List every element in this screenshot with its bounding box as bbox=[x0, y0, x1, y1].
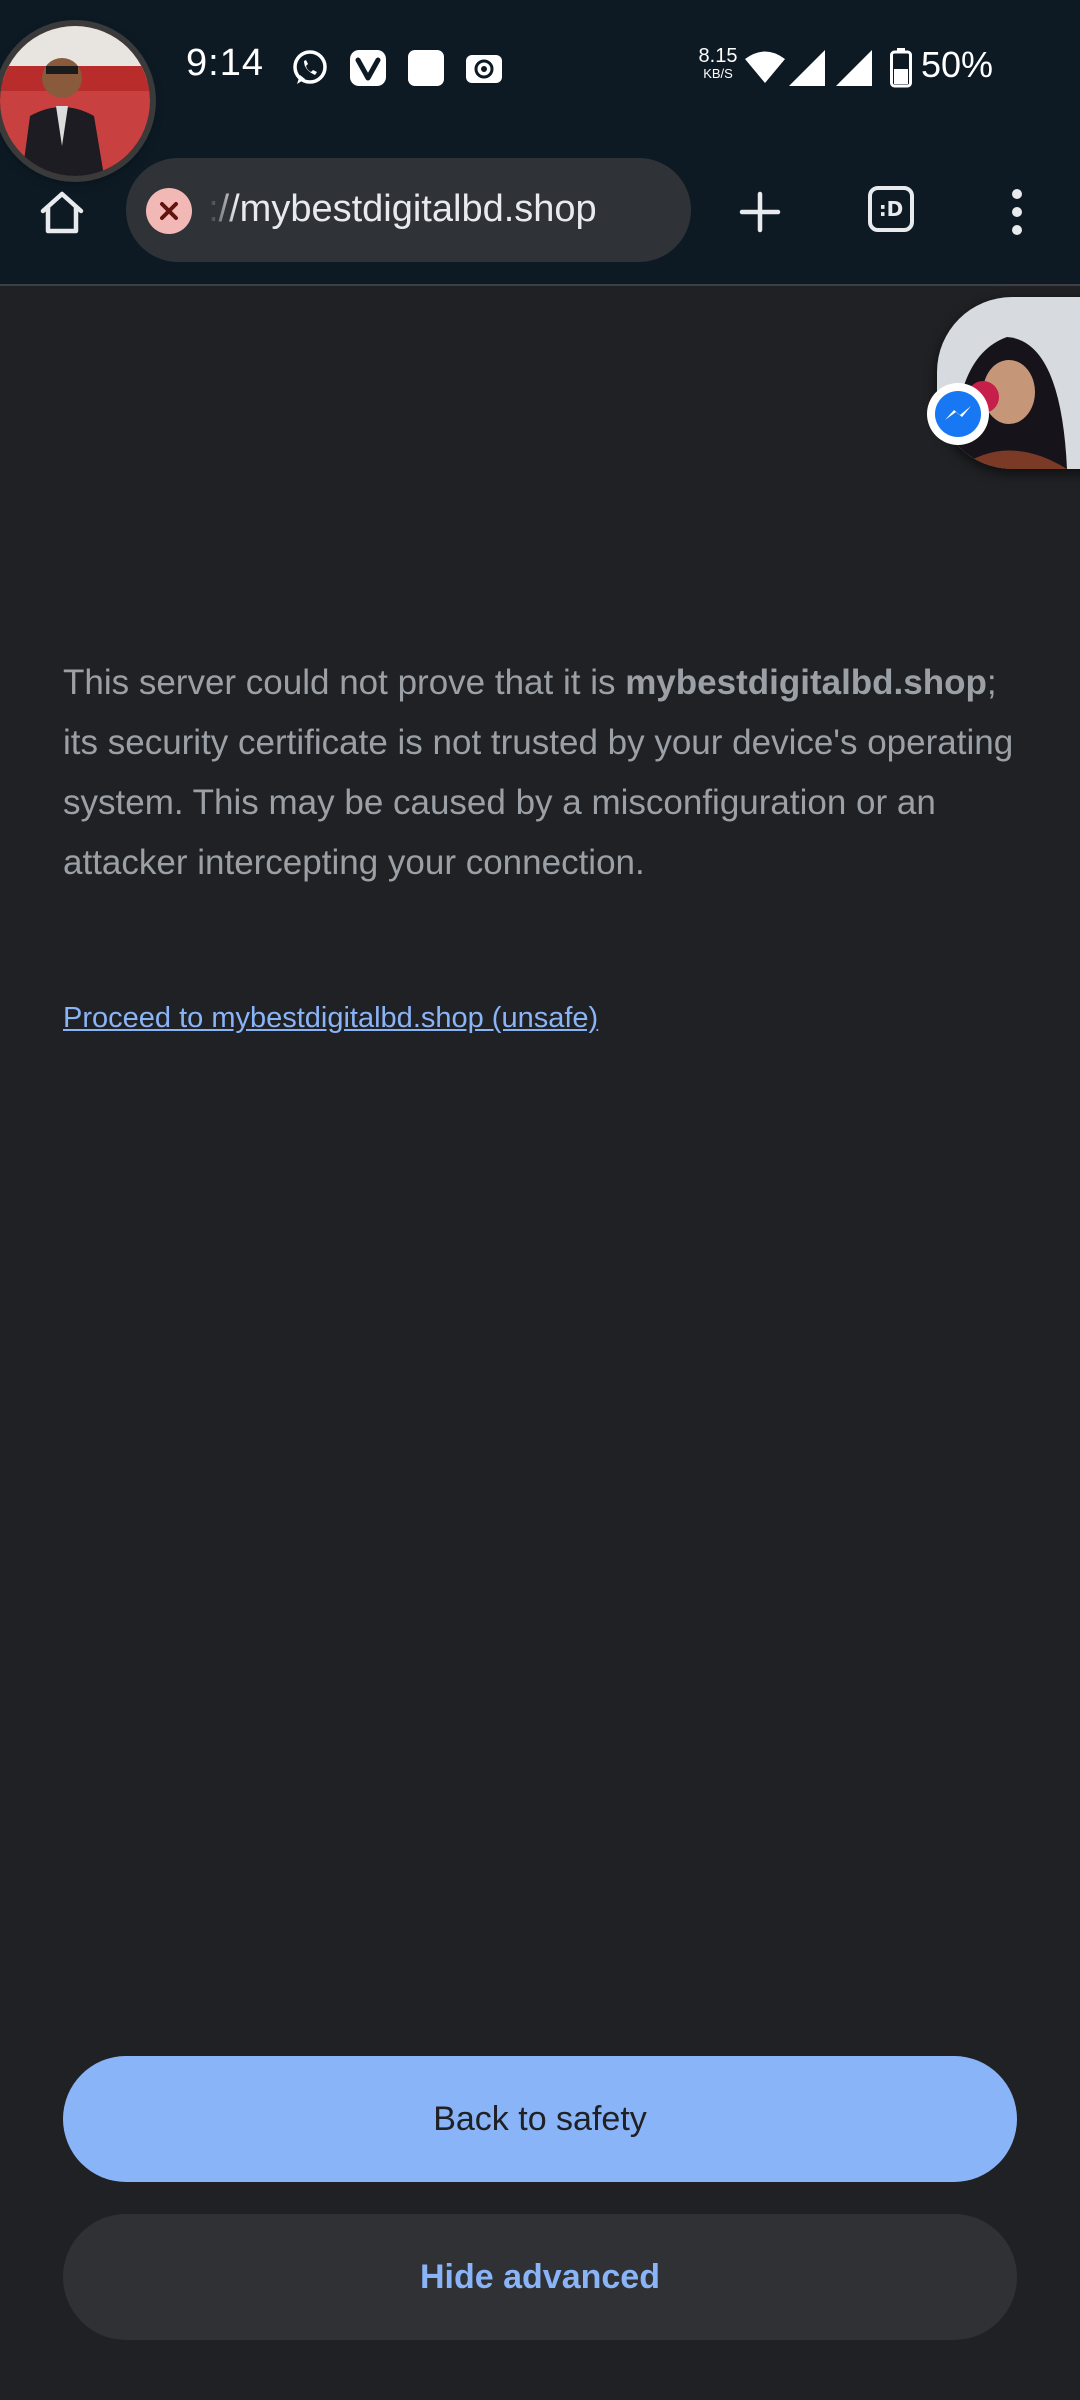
more-vert-icon bbox=[1012, 189, 1022, 235]
battery-percentage: 50% bbox=[921, 44, 994, 85]
hide-advanced-button[interactable]: Hide advanced bbox=[63, 2214, 1017, 2340]
network-speed-value: 8.15 bbox=[698, 45, 738, 67]
back-to-safety-button[interactable]: Back to safety bbox=[63, 2056, 1017, 2182]
blank-square-icon bbox=[408, 50, 444, 86]
not-secure-indicator[interactable] bbox=[146, 188, 192, 234]
messenger-icon bbox=[935, 391, 981, 437]
wifi-icon bbox=[745, 51, 785, 83]
new-tab-button[interactable] bbox=[728, 180, 792, 244]
status-time: 9:14 bbox=[186, 42, 264, 84]
whatsapp-icon bbox=[293, 50, 327, 84]
browser-screen: 9:14 8.15 KB/S 50%://mybestdigitalbd.sh… bbox=[0, 0, 1080, 2400]
proceed-unsafe-link[interactable]: Proceed to mybestdigitalbd.shop (unsafe) bbox=[63, 1002, 598, 1035]
battery-icon bbox=[890, 48, 912, 88]
avatar-photo bbox=[0, 26, 150, 176]
network-speed: 8.15 KB/S bbox=[692, 46, 744, 82]
browser-toolbar: ://mybestdigitalbd.shop :D bbox=[0, 140, 1080, 286]
chat-head-avatar[interactable] bbox=[0, 26, 150, 176]
cell-signal-icon bbox=[836, 50, 872, 86]
explanation-text-before: This server could not prove that it is bbox=[63, 663, 626, 702]
home-icon bbox=[40, 191, 84, 234]
network-speed-unit: KB/S bbox=[703, 66, 733, 81]
status-bar: 9:14 8.15 KB/S 50% bbox=[0, 0, 1080, 140]
url-text: ://mybestdigitalbd.shop bbox=[208, 188, 597, 230]
vivaldi-icon bbox=[350, 50, 386, 86]
explanation-domain: mybestdigitalbd.shop bbox=[625, 663, 987, 702]
home-button[interactable] bbox=[30, 180, 94, 244]
menu-button[interactable] bbox=[990, 180, 1044, 244]
tab-count-label: :D bbox=[878, 197, 904, 221]
url-bar[interactable]: ://mybestdigitalbd.shop bbox=[126, 158, 691, 262]
tab-switcher-button[interactable]: :D bbox=[868, 186, 914, 232]
plus-icon bbox=[739, 191, 781, 233]
messenger-badge bbox=[927, 383, 989, 445]
radio-icon bbox=[466, 55, 502, 83]
cell-signal-icon bbox=[789, 50, 825, 86]
explanation-paragraph: This server could not prove that it is m… bbox=[63, 653, 1023, 893]
close-icon bbox=[160, 202, 178, 220]
